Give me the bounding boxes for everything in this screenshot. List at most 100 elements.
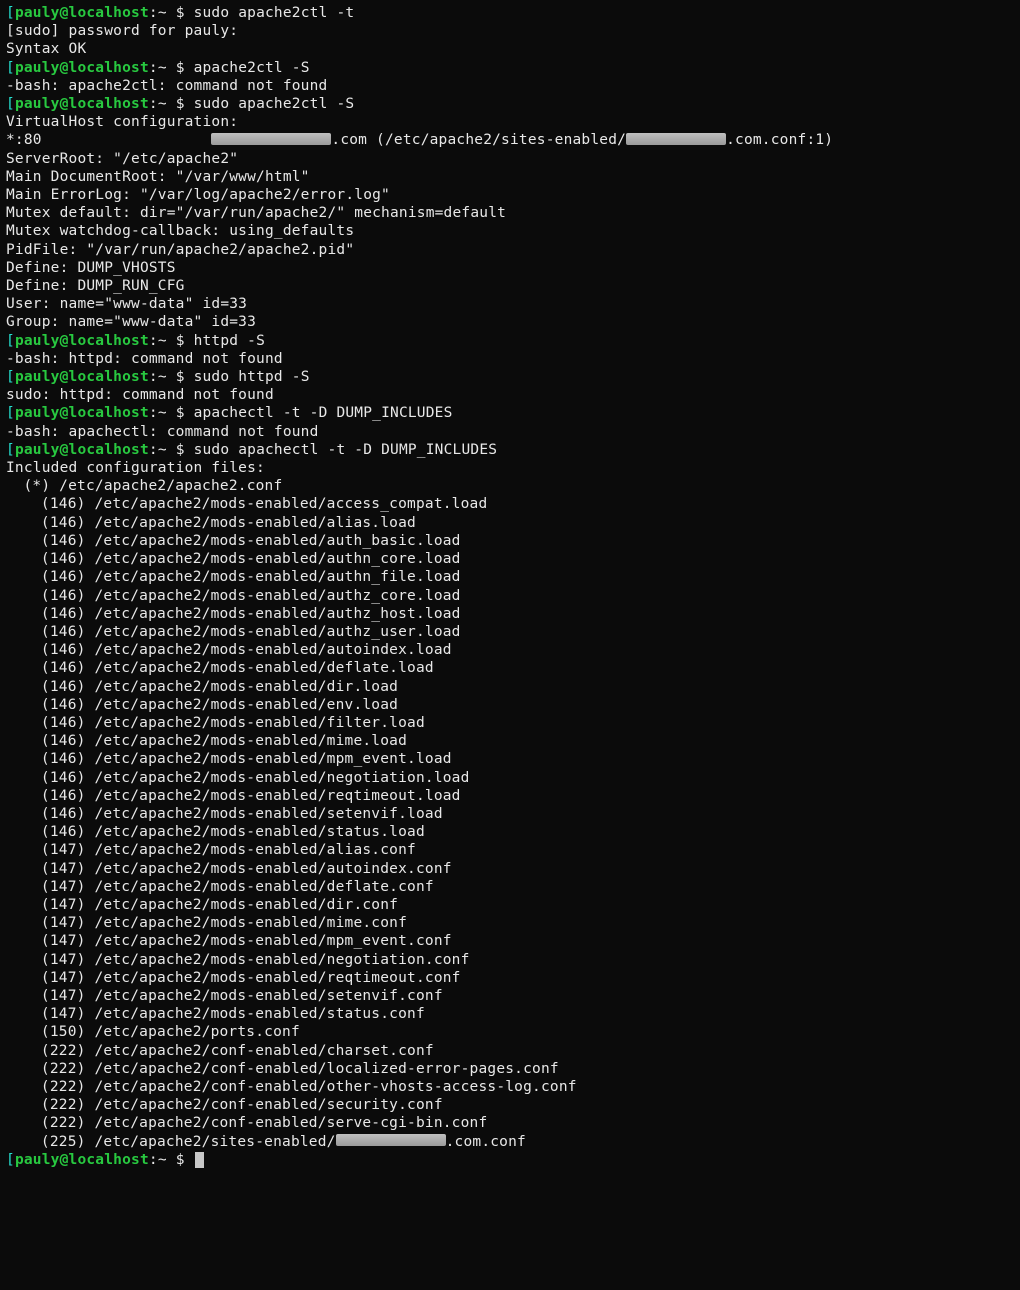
prompt-line: [pauly@localhost:~ $ sudo apache2ctl -t	[6, 4, 1014, 22]
prompt-line: [pauly@localhost:~ $ sudo apache2ctl -S	[6, 95, 1014, 113]
command-text: sudo httpd -S	[194, 369, 310, 385]
prompt-cwd: :~	[149, 96, 167, 112]
output-text: (146) /etc/apache2/mods-enabled/authn_fi…	[41, 569, 461, 585]
vhost-line: *:80 .com (/etc/apache2/sites-enabled/.c…	[6, 131, 1014, 149]
output-line: (147) /etc/apache2/mods-enabled/dir.conf	[6, 896, 1014, 914]
output-line: (147) /etc/apache2/mods-enabled/negotiat…	[6, 951, 1014, 969]
output-text: (150) /etc/apache2/ports.conf	[41, 1024, 300, 1040]
output-line: sudo: httpd: command not found	[6, 386, 1014, 404]
output-line: Included configuration files:	[6, 459, 1014, 477]
prompt-line: [pauly@localhost:~ $ sudo httpd -S	[6, 368, 1014, 386]
output-line: (146) /etc/apache2/mods-enabled/reqtimeo…	[6, 787, 1014, 805]
redacted-text-icon	[211, 133, 331, 145]
output-text: (147) /etc/apache2/mods-enabled/setenvif…	[41, 988, 443, 1004]
output-text: (146) /etc/apache2/mods-enabled/negotiat…	[41, 770, 470, 786]
output-text: (146) /etc/apache2/mods-enabled/deflate.…	[41, 660, 434, 676]
output-text: (147) /etc/apache2/mods-enabled/reqtimeo…	[41, 970, 461, 986]
prompt-userhost: pauly@localhost	[15, 60, 149, 76]
prompt-cwd: :~	[149, 405, 167, 421]
output-text: ServerRoot: "/etc/apache2"	[6, 151, 238, 167]
prompt-line: [pauly@localhost:~ $ apache2ctl -S	[6, 59, 1014, 77]
output-line: -bash: httpd: command not found	[6, 350, 1014, 368]
prompt-bracket: [	[6, 96, 15, 112]
prompt-userhost: pauly@localhost	[15, 369, 149, 385]
prompt-line: [pauly@localhost:~ $	[6, 1151, 1014, 1169]
output-line: (146) /etc/apache2/mods-enabled/dir.load	[6, 678, 1014, 696]
output-line: (146) /etc/apache2/mods-enabled/status.l…	[6, 823, 1014, 841]
output-text: (146) /etc/apache2/mods-enabled/authz_co…	[41, 588, 461, 604]
command-text: apache2ctl -S	[194, 60, 310, 76]
prompt-userhost: pauly@localhost	[15, 442, 149, 458]
output-line: (222) /etc/apache2/conf-enabled/other-vh…	[6, 1078, 1014, 1096]
prompt-dollar: $	[167, 5, 194, 21]
output-text: (*) /etc/apache2/apache2.conf	[23, 478, 282, 494]
output-line: (146) /etc/apache2/mods-enabled/auth_bas…	[6, 532, 1014, 550]
output-text: Define: DUMP_RUN_CFG	[6, 278, 185, 294]
command-text: sudo apachectl -t -D DUMP_INCLUDES	[194, 442, 498, 458]
output-line: Mutex default: dir="/var/run/apache2/" m…	[6, 204, 1014, 222]
output-line: (146) /etc/apache2/mods-enabled/access_c…	[6, 495, 1014, 513]
output-text: PidFile: "/var/run/apache2/apache2.pid"	[6, 242, 354, 258]
output-line: (147) /etc/apache2/mods-enabled/alias.co…	[6, 841, 1014, 859]
output-text: (222) /etc/apache2/conf-enabled/charset.…	[41, 1043, 434, 1059]
output-text: (146) /etc/apache2/mods-enabled/status.l…	[41, 824, 425, 840]
prompt-dollar: $	[167, 60, 194, 76]
prompt-userhost: pauly@localhost	[15, 96, 149, 112]
output-line: (146) /etc/apache2/mods-enabled/setenvif…	[6, 805, 1014, 823]
output-text: (147) /etc/apache2/mods-enabled/alias.co…	[41, 842, 416, 858]
command-text: apachectl -t -D DUMP_INCLUDES	[194, 405, 453, 421]
command-text: sudo apache2ctl -S	[194, 96, 355, 112]
output-line: (150) /etc/apache2/ports.conf	[6, 1023, 1014, 1041]
output-line: [sudo] password for pauly:	[6, 22, 1014, 40]
cursor-icon	[195, 1152, 204, 1168]
site-enabled-line: (225) /etc/apache2/sites-enabled/.com.co…	[6, 1133, 1014, 1151]
prompt-userhost: pauly@localhost	[15, 405, 149, 421]
output-text: Main DocumentRoot: "/var/www/html"	[6, 169, 310, 185]
output-text: (222) /etc/apache2/conf-enabled/localize…	[41, 1061, 559, 1077]
output-text: (222) /etc/apache2/conf-enabled/other-vh…	[41, 1079, 577, 1095]
output-line: (146) /etc/apache2/mods-enabled/mime.loa…	[6, 732, 1014, 750]
output-text: Group: name="www-data" id=33	[6, 314, 256, 330]
output-line: Group: name="www-data" id=33	[6, 313, 1014, 331]
output-text: (146) /etc/apache2/mods-enabled/filter.l…	[41, 715, 425, 731]
output-line: PidFile: "/var/run/apache2/apache2.pid"	[6, 241, 1014, 259]
output-text: (146) /etc/apache2/mods-enabled/mime.loa…	[41, 733, 407, 749]
output-text: -bash: apachectl: command not found	[6, 424, 319, 440]
output-line: (147) /etc/apache2/mods-enabled/status.c…	[6, 1005, 1014, 1023]
prompt-userhost: pauly@localhost	[15, 5, 149, 21]
output-text: (146) /etc/apache2/mods-enabled/authn_co…	[41, 551, 461, 567]
output-text: (146) /etc/apache2/mods-enabled/alias.lo…	[41, 515, 416, 531]
output-line: (147) /etc/apache2/mods-enabled/autoinde…	[6, 860, 1014, 878]
prompt-bracket: [	[6, 333, 15, 349]
output-text: Main ErrorLog: "/var/log/apache2/error.l…	[6, 187, 390, 203]
output-text: (147) /etc/apache2/mods-enabled/autoinde…	[41, 861, 452, 877]
output-line: (146) /etc/apache2/mods-enabled/authz_co…	[6, 587, 1014, 605]
prompt-dollar: $	[167, 405, 194, 421]
output-text: -bash: apache2ctl: command not found	[6, 78, 327, 94]
prompt-dollar: $	[167, 369, 194, 385]
output-line: (146) /etc/apache2/mods-enabled/env.load	[6, 696, 1014, 714]
output-line: (147) /etc/apache2/mods-enabled/reqtimeo…	[6, 969, 1014, 987]
terminal-output[interactable]: [pauly@localhost:~ $ sudo apache2ctl -t[…	[0, 0, 1020, 1173]
output-text: (147) /etc/apache2/mods-enabled/dir.conf	[41, 897, 398, 913]
output-line: -bash: apachectl: command not found	[6, 423, 1014, 441]
prompt-userhost: pauly@localhost	[15, 333, 149, 349]
output-line: (222) /etc/apache2/conf-enabled/localize…	[6, 1060, 1014, 1078]
prompt-bracket: [	[6, 405, 15, 421]
output-text: Syntax OK	[6, 41, 86, 57]
output-line: Mutex watchdog-callback: using_defaults	[6, 222, 1014, 240]
command-text: sudo apache2ctl -t	[194, 5, 355, 21]
output-line: Define: DUMP_RUN_CFG	[6, 277, 1014, 295]
output-line: (222) /etc/apache2/conf-enabled/serve-cg…	[6, 1114, 1014, 1132]
output-line: (146) /etc/apache2/mods-enabled/filter.l…	[6, 714, 1014, 732]
output-line: (146) /etc/apache2/mods-enabled/autoinde…	[6, 641, 1014, 659]
output-text: sudo: httpd: command not found	[6, 387, 274, 403]
output-line: (147) /etc/apache2/mods-enabled/deflate.…	[6, 878, 1014, 896]
output-line: (147) /etc/apache2/mods-enabled/setenvif…	[6, 987, 1014, 1005]
prompt-cwd: :~	[149, 369, 167, 385]
output-text: (146) /etc/apache2/mods-enabled/auth_bas…	[41, 533, 461, 549]
prompt-line: [pauly@localhost:~ $ sudo apachectl -t -…	[6, 441, 1014, 459]
output-text: [sudo] password for pauly:	[6, 23, 238, 39]
output-text: (222) /etc/apache2/conf-enabled/security…	[41, 1097, 443, 1113]
output-text: (146) /etc/apache2/mods-enabled/dir.load	[41, 679, 398, 695]
